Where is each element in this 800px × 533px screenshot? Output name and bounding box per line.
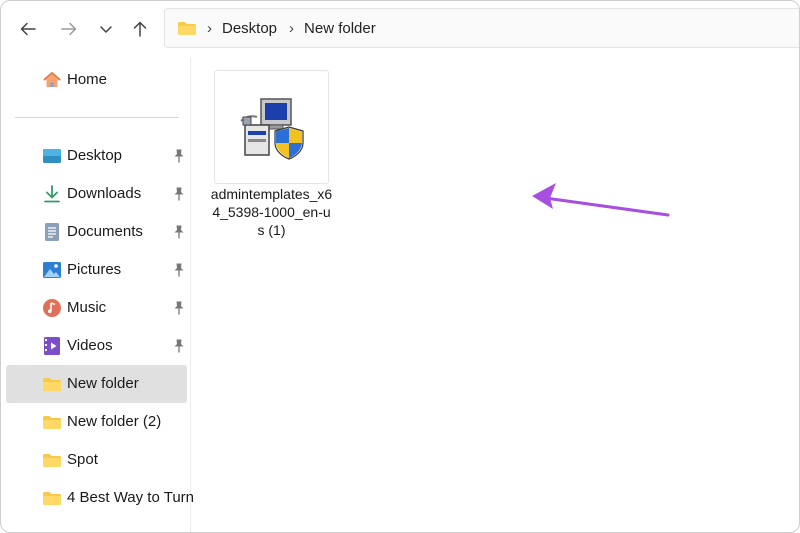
pin-icon[interactable] [172, 148, 186, 164]
folder-icon [42, 412, 62, 432]
folder-icon [42, 374, 62, 394]
sidebar-item-label: Downloads [67, 185, 142, 202]
sidebar-item-videos[interactable]: Videos [6, 327, 187, 365]
download-icon [42, 184, 62, 204]
documents-icon [42, 222, 62, 242]
recent-locations-button[interactable] [92, 15, 120, 43]
home-icon [42, 70, 62, 90]
sidebar-item-downloads[interactable]: Downloads [6, 175, 187, 213]
pictures-icon [42, 260, 62, 280]
sidebar-item-label: Desktop [67, 147, 123, 164]
file-item-thumbnail[interactable] [214, 70, 329, 184]
pin-icon[interactable] [172, 186, 186, 202]
sidebar-item-documents[interactable]: Documents [6, 213, 187, 251]
sidebar-item-music[interactable]: Music [6, 289, 187, 327]
file-item-name[interactable]: admintemplates_x64_5398-1000_en-us (1) [209, 185, 334, 239]
sidebar-item-label: Documents [67, 223, 143, 240]
folder-icon [178, 22, 196, 35]
address-bar[interactable]: › Desktop › New folder [164, 8, 799, 48]
breadcrumb-separator: › [289, 19, 295, 37]
sidebar-item-pictures[interactable]: Pictures [6, 251, 187, 289]
pin-icon[interactable] [172, 262, 186, 278]
breadcrumb-separator: › [207, 19, 212, 37]
folder-icon [42, 488, 62, 508]
music-icon [42, 298, 62, 318]
sidebar-item-label: New folder [67, 375, 139, 392]
navigation-bar: › Desktop › New folder [1, 1, 799, 57]
sidebar-item-label: Videos [67, 337, 113, 354]
folder-icon [42, 450, 62, 470]
sidebar-item-label: New folder (2) [67, 413, 162, 430]
up-button[interactable] [126, 15, 154, 43]
pin-icon[interactable] [172, 338, 186, 354]
sidebar-item-4-best-way-to-turn[interactable]: 4 Best Way to Turn [6, 479, 194, 517]
sidebar-item-new-folder-2[interactable]: New folder (2) [6, 403, 187, 441]
pointer-arrow-icon [532, 183, 670, 217]
sidebar-item-label: Spot [67, 451, 98, 468]
breadcrumb-desktop[interactable]: Desktop [222, 20, 277, 37]
sidebar-item-home[interactable]: Home [6, 61, 187, 99]
installer-icon [240, 98, 304, 160]
desktop-icon [42, 146, 62, 166]
videos-icon [42, 336, 62, 356]
sidebar-item-desktop[interactable]: Desktop [6, 137, 187, 175]
sidebar-divider [15, 117, 179, 118]
arrow-up-icon [133, 21, 147, 37]
sidebar-item-label: Home [67, 71, 108, 88]
file-list-area: admintemplates_x64_5398-1000_en-us (1) [191, 57, 799, 532]
breadcrumb-new-folder[interactable]: New folder [304, 20, 376, 37]
back-button[interactable] [14, 15, 42, 43]
sidebar-item-new-folder[interactable]: New folder [6, 365, 187, 403]
navigation-pane: Home Desktop Downloads Documents Picture… [1, 57, 194, 532]
sidebar-item-label: Pictures [67, 261, 122, 278]
chevron-down-icon [100, 26, 112, 33]
arrow-left-icon [20, 22, 36, 36]
forward-button[interactable] [55, 15, 83, 43]
pin-icon[interactable] [172, 224, 186, 240]
file-explorer-window: › Desktop › New folder Home Desktop Down… [0, 0, 800, 533]
pin-icon[interactable] [172, 300, 186, 316]
arrow-right-icon [61, 22, 77, 36]
sidebar-item-spot[interactable]: Spot [6, 441, 187, 479]
sidebar-item-label: 4 Best Way to Turn [67, 489, 194, 506]
sidebar-item-label: Music [67, 299, 107, 316]
